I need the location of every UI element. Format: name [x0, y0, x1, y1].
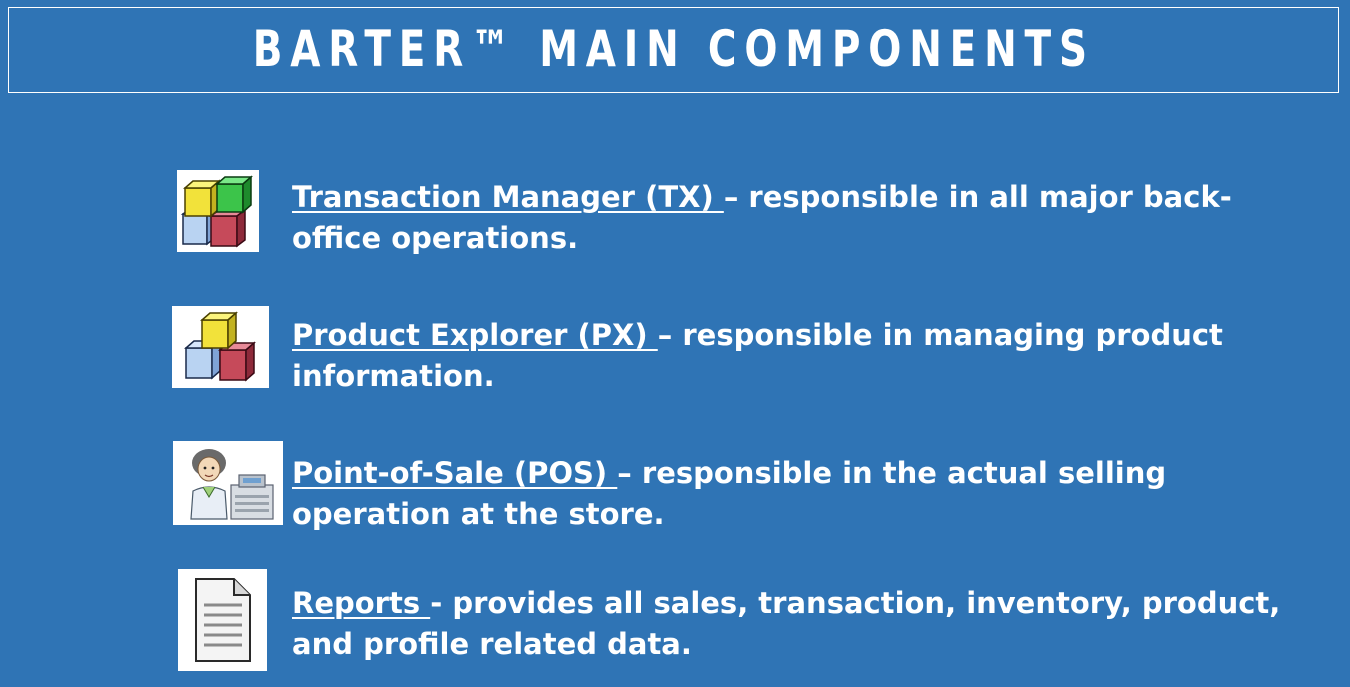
page-title: BARTER™ MAIN COMPONENTS — [252, 20, 1095, 78]
component-description: - provides all sales, transaction, inven… — [292, 586, 1281, 661]
cashier-icon — [173, 441, 283, 525]
component-name-link[interactable]: Reports — [292, 586, 430, 620]
component-text: Reports - provides all sales, transactio… — [292, 583, 1292, 665]
component-name-link[interactable]: Point-of-Sale (POS) — [292, 456, 617, 490]
document-icon — [178, 569, 267, 671]
component-name-link[interactable]: Product Explorer (PX) — [292, 318, 658, 352]
title-banner: BARTER™ MAIN COMPONENTS — [8, 7, 1339, 93]
component-name-link[interactable]: Transaction Manager (TX) — [292, 180, 724, 214]
colored-cubes-icon — [177, 170, 259, 252]
component-text: Transaction Manager (TX) – responsible i… — [292, 177, 1292, 259]
component-text: Product Explorer (PX) – responsible in m… — [292, 315, 1292, 397]
stacked-cubes-icon — [172, 306, 269, 388]
component-text: Point-of-Sale (POS) – responsible in the… — [292, 453, 1292, 535]
